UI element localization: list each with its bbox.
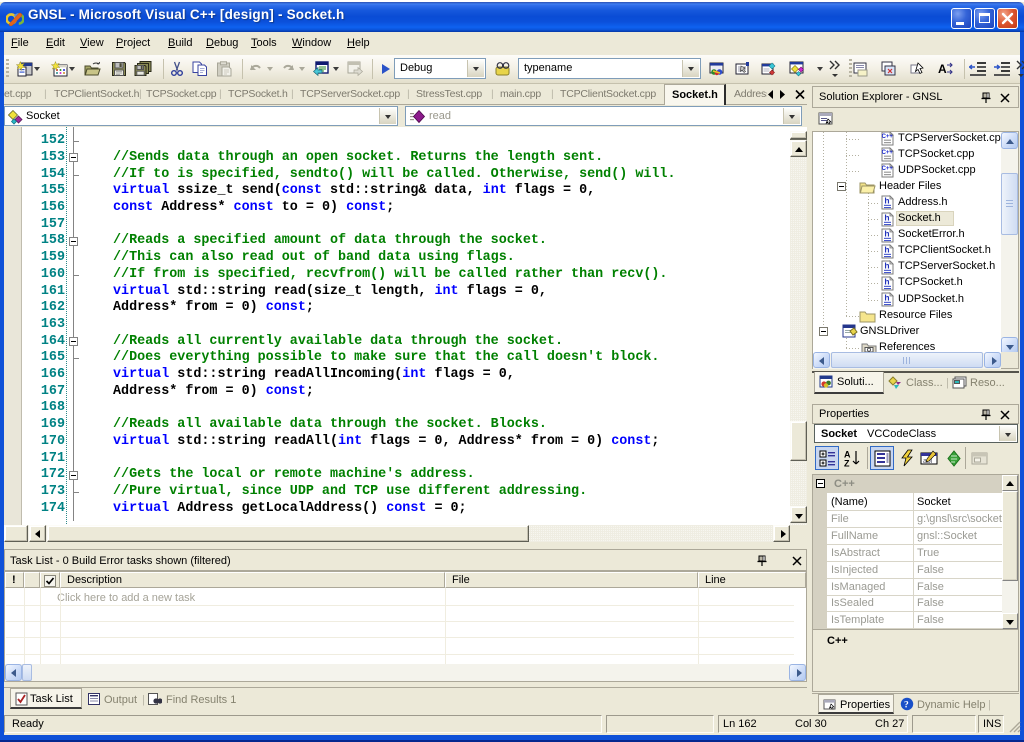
svg-text:h: h bbox=[884, 276, 889, 286]
svg-text:h: h bbox=[884, 196, 889, 206]
svg-text:h: h bbox=[884, 244, 889, 254]
svg-text:C++: C++ bbox=[882, 150, 894, 156]
svg-text:Z: Z bbox=[844, 459, 850, 468]
svg-text:h: h bbox=[884, 228, 889, 238]
svg-text:C++: C++ bbox=[882, 134, 894, 140]
svg-text:h: h bbox=[884, 293, 889, 303]
svg-text:?: ? bbox=[904, 701, 909, 711]
svg-text:A: A bbox=[938, 62, 947, 76]
svg-text:h: h bbox=[884, 260, 889, 270]
svg-text:C++: C++ bbox=[882, 166, 894, 172]
svg-text:h: h bbox=[884, 212, 889, 222]
